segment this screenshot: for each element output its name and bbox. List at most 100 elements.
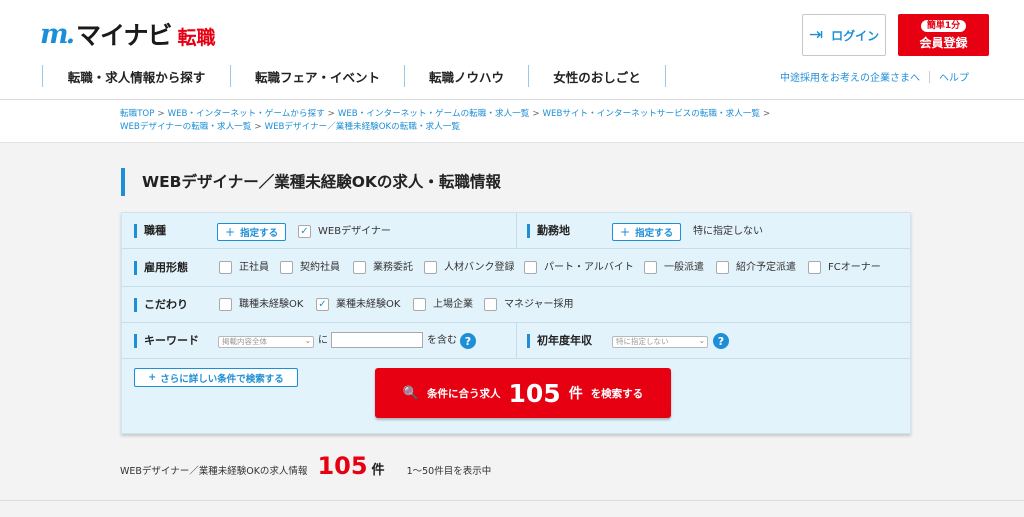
breadcrumb-separator: > (327, 109, 335, 119)
register-label: 会員登録 (919, 35, 968, 50)
submit-unit: 件 (568, 386, 583, 402)
login-icon: ⇥ (808, 25, 824, 45)
nav-item-knowhow[interactable]: 転職ノウハウ (404, 65, 528, 87)
specify-label: 指定する (635, 228, 674, 239)
detailed-search-button[interactable]: + さらに詳しい条件で検索する (134, 368, 298, 387)
divider (0, 500, 1024, 501)
select-value: 掲載内容全体 (222, 337, 267, 346)
job-type-checkbox[interactable]: ✓ (298, 225, 311, 238)
nav-item-women[interactable]: 女性のおしごと (528, 65, 666, 87)
employment-checkbox[interactable] (280, 261, 293, 274)
employment-checkbox[interactable] (353, 261, 366, 274)
breadcrumb-separator: > (254, 122, 262, 132)
keyword-suffix: を含む (427, 335, 457, 346)
employment-checkbox[interactable] (524, 261, 537, 274)
breadcrumb-current[interactable]: WEBデザイナー／業種未経験OKの転職・求人一覧 (265, 122, 460, 132)
subnav-help-link[interactable]: ヘルプ (939, 69, 969, 84)
breadcrumb-item[interactable]: WEB・インターネット・ゲームの転職・求人一覧 (338, 109, 529, 119)
plus-icon: + (225, 225, 236, 239)
employment-checkbox[interactable] (644, 261, 657, 274)
employment-checkbox[interactable] (219, 261, 232, 274)
result-count: 105 (317, 452, 368, 480)
submit-prefix: 条件に合う求人 (427, 387, 501, 400)
subnav-corporate-link[interactable]: 中途採用をお考えの企業さまへ (780, 69, 920, 84)
breadcrumb-separator: > (157, 109, 165, 119)
employment-option: パート・アルバイト (544, 262, 634, 273)
breadcrumb-item[interactable]: WEBデザイナーの転職・求人一覧 (120, 122, 251, 132)
employment-option: 紹介予定派遣 (736, 262, 796, 273)
keyword-label: キーワード (134, 334, 199, 348)
search-row-job-location: 職種 + 指定する ✓ WEBデザイナー 勤務地 + 指定する 特に指定しない (122, 213, 910, 249)
salary-help-icon[interactable]: ? (713, 333, 729, 349)
breadcrumb-item[interactable]: 転職TOP (120, 109, 154, 119)
subnav-divider (929, 70, 930, 83)
search-submit-button[interactable]: 🔍 条件に合う求人 105 件 を検索する (375, 368, 671, 418)
global-nav: 転職・求人情報から探す 転職フェア・イベント 転職ノウハウ 女性のおしごと (42, 65, 666, 87)
employment-option: 正社員 (239, 262, 269, 273)
column-divider (516, 323, 517, 359)
employment-option: 業務委託 (373, 262, 413, 273)
preference-option: マネジャー採用 (504, 299, 574, 310)
specify-label: 指定する (240, 228, 279, 239)
chevron-down-icon: ⌄ (304, 336, 311, 345)
location-label: 勤務地 (527, 224, 570, 238)
search-row-keyword-salary: キーワード 掲載内容全体 ⌄ に を含む ? 初年度年収 特に指定しない ⌄ ? (122, 323, 910, 359)
submit-suffix: を検索する (590, 387, 644, 400)
job-type-label: 職種 (134, 224, 166, 238)
preference-label: こだわり (134, 298, 188, 312)
logo-name: マイナビ (75, 21, 173, 50)
employment-checkbox[interactable] (424, 261, 437, 274)
search-row-employment: 雇用形態 正社員 契約社員 業務委託 人材バンク登録 パート・アルバイト 一般派… (122, 249, 910, 287)
result-summary: WEBデザイナー／業種未経験OKの求人情報 105 件 1〜50件目を表示中 (120, 452, 491, 480)
employment-option: FCオーナー (828, 262, 881, 273)
employment-option: 契約社員 (300, 262, 340, 273)
register-button[interactable]: 簡単1分 会員登録 (898, 14, 989, 56)
breadcrumb-item[interactable]: WEB・インターネット・ゲームから探す (168, 109, 325, 119)
location-value: 特に指定しない (693, 226, 763, 237)
site-logo[interactable]: m. マイナビ 転職 (40, 18, 216, 51)
submit-count: 105 (508, 378, 561, 408)
result-range: 1〜50件目を表示中 (406, 466, 492, 477)
keyword-help-icon[interactable]: ? (460, 333, 476, 349)
search-icon: 🔍 (402, 385, 419, 401)
page-title: WEBデザイナー／業種未経験OKの求人・転職情報 (121, 168, 501, 196)
preference-checkbox[interactable]: ✓ (316, 298, 329, 311)
keyword-joiner: に (318, 335, 328, 346)
employment-option: 人材バンク登録 (444, 262, 515, 273)
preference-checkbox[interactable] (484, 298, 497, 311)
employment-checkbox[interactable] (716, 261, 729, 274)
result-text: WEBデザイナー／業種未経験OKの求人情報 (120, 466, 308, 477)
salary-select[interactable]: 特に指定しない ⌄ (612, 336, 708, 348)
plus-icon: + (148, 372, 157, 383)
preference-checkbox[interactable] (219, 298, 232, 311)
sub-nav: 中途採用をお考えの企業さまへ ヘルプ (780, 69, 969, 84)
nav-item-fair-event[interactable]: 転職フェア・イベント (230, 65, 404, 87)
employment-option: 一般派遣 (664, 262, 704, 273)
employment-label: 雇用形態 (134, 261, 188, 275)
location-specify-button[interactable]: + 指定する (612, 223, 682, 241)
breadcrumb-item[interactable]: WEBサイト・インターネットサービスの転職・求人一覧 (543, 109, 760, 119)
preference-option: 業種未経験OK (336, 299, 401, 310)
column-divider (516, 213, 517, 249)
preference-option: 上場企業 (433, 299, 473, 310)
nav-item-job-search[interactable]: 転職・求人情報から探す (42, 65, 230, 87)
plus-icon: + (620, 225, 631, 239)
logo-sub: 転職 (177, 26, 216, 49)
employment-checkbox[interactable] (808, 261, 821, 274)
site-header: m. マイナビ 転職 ⇥ ログイン 簡単1分 会員登録 転職・求人情報から探す … (0, 0, 1024, 100)
login-label: ログイン (831, 28, 880, 43)
job-type-selected: WEBデザイナー (318, 226, 391, 237)
preference-checkbox[interactable] (413, 298, 426, 311)
register-badge: 簡単1分 (920, 19, 967, 32)
result-unit: 件 (371, 463, 385, 478)
keyword-scope-select[interactable]: 掲載内容全体 ⌄ (218, 336, 314, 348)
breadcrumb: 転職TOP > WEB・インターネット・ゲームから探す > WEB・インターネット・ゲー… (0, 100, 1024, 143)
detailed-search-label: さらに詳しい条件で検索する (160, 373, 284, 385)
login-button[interactable]: ⇥ ログイン (802, 14, 886, 56)
chevron-down-icon: ⌄ (698, 336, 705, 345)
breadcrumb-separator: > (532, 109, 540, 119)
breadcrumb-separator: > (763, 109, 771, 119)
keyword-input[interactable] (331, 332, 423, 348)
job-type-specify-button[interactable]: + 指定する (217, 223, 287, 241)
logo-mark: m. (40, 18, 75, 50)
